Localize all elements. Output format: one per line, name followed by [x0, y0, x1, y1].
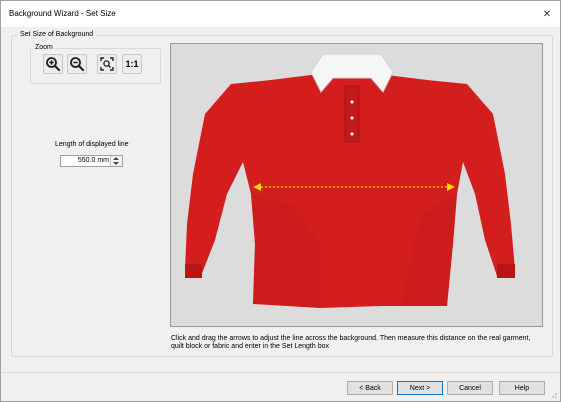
help-button[interactable]: Help — [499, 381, 545, 395]
length-spin-arrows[interactable] — [110, 156, 122, 166]
red-shirt-image — [171, 44, 542, 326]
close-icon: ✕ — [542, 8, 552, 20]
spin-up-icon[interactable] — [113, 157, 119, 160]
zoom-in-icon — [46, 57, 61, 72]
actual-size-button[interactable]: 1:1 — [122, 54, 142, 74]
length-value: 550.0 mm — [77, 157, 109, 164]
spin-down-icon[interactable] — [113, 162, 119, 165]
zoom-out-icon — [70, 57, 85, 72]
zoom-group-label: Zoom — [33, 44, 55, 51]
wizard-window: Background Wizard - Set Size ✕ Set Size … — [0, 0, 561, 402]
length-spinbox[interactable]: 550.0 mm — [60, 155, 123, 167]
instruction-text: Click and drag the arrows to adjust the … — [171, 335, 531, 350]
zoom-to-fit-icon — [100, 57, 114, 71]
zoom-to-fit-button[interactable] — [97, 54, 117, 74]
next-button[interactable]: Next > — [397, 381, 443, 395]
background-preview[interactable] — [170, 43, 543, 327]
length-label: Length of displayed line — [55, 141, 129, 148]
set-size-group-label: Set Size of Background — [17, 31, 97, 38]
actual-size-label: 1:1 — [125, 59, 139, 69]
cancel-button[interactable]: Cancel — [447, 381, 493, 395]
title-bar: Background Wizard - Set Size ✕ — [1, 1, 560, 27]
button-separator — [1, 372, 560, 373]
window-title: Background Wizard - Set Size — [9, 9, 116, 18]
close-button[interactable]: ✕ — [534, 1, 560, 27]
back-button[interactable]: < Back — [347, 381, 393, 395]
zoom-in-button[interactable] — [43, 54, 63, 74]
resize-grip-icon[interactable] — [550, 391, 558, 399]
zoom-out-button[interactable] — [67, 54, 87, 74]
